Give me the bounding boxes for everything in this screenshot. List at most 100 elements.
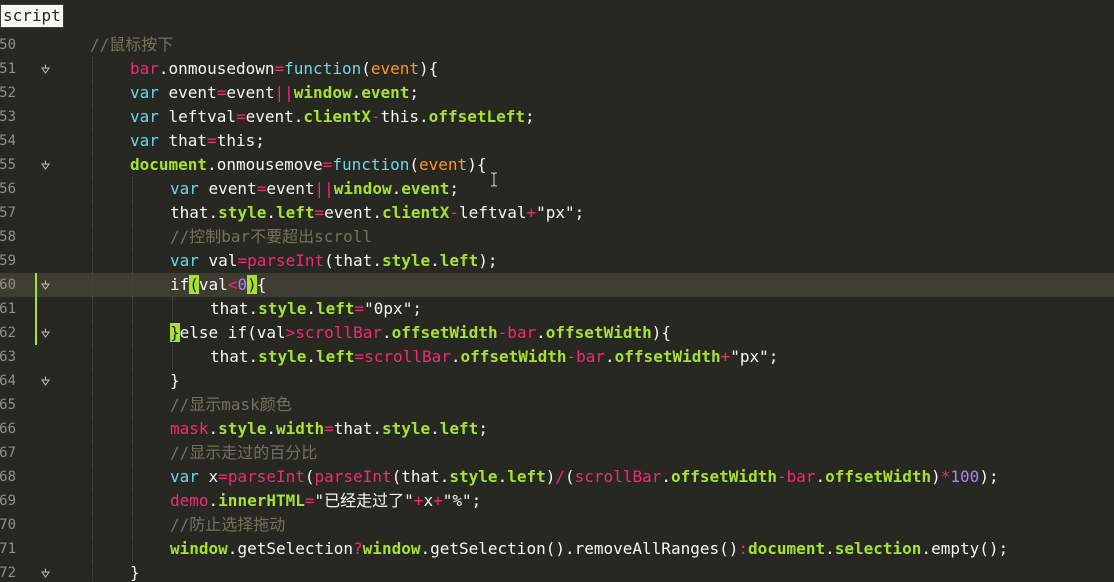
code-line[interactable]: 51 bar.onmousedown=function(event){ bbox=[0, 57, 1114, 81]
modified-line-marker bbox=[35, 273, 37, 297]
code-token: : bbox=[738, 539, 749, 558]
code-line[interactable]: 65 //显示mask颜色 bbox=[0, 393, 1114, 417]
code-text[interactable]: //显示走过的百分比 bbox=[170, 441, 317, 465]
tab-script[interactable]: script bbox=[0, 4, 64, 28]
code-token: } bbox=[170, 371, 180, 390]
code-text[interactable]: var val=parseInt(that.style.left); bbox=[170, 249, 498, 273]
code-token: bar bbox=[130, 59, 159, 78]
code-line[interactable]: 59 var val=parseInt(that.style.left); bbox=[0, 249, 1114, 273]
code-token: . bbox=[208, 203, 219, 222]
code-line[interactable]: 61 that.style.left="0px"; bbox=[0, 297, 1114, 321]
code-token: selection bbox=[834, 539, 922, 558]
line-number: 71 bbox=[0, 537, 20, 561]
code-text[interactable]: } bbox=[170, 369, 180, 393]
code-token: this bbox=[380, 107, 420, 126]
fold-arrow-icon[interactable] bbox=[41, 376, 50, 386]
code-token: bar bbox=[576, 347, 606, 366]
code-token: that bbox=[333, 419, 373, 438]
code-line[interactable]: 68 var x=parseInt(parseInt(that.style.lef… bbox=[0, 465, 1114, 489]
code-line[interactable]: 57 that.style.left=event.clientX-leftval+… bbox=[0, 201, 1114, 225]
code-line[interactable]: 53 var leftval=event.clientX-this.offsetL… bbox=[0, 105, 1114, 129]
indent-guide bbox=[92, 129, 93, 153]
code-token: . bbox=[266, 203, 276, 222]
code-token: leftval bbox=[168, 107, 236, 126]
code-token: = bbox=[274, 59, 285, 78]
code-token: getSelection bbox=[237, 539, 354, 558]
code-token: ) bbox=[931, 467, 941, 486]
code-line[interactable]: 69 demo.innerHTML="已经走过了"+x+"%"; bbox=[0, 489, 1114, 513]
code-line[interactable]: 72} bbox=[0, 561, 1114, 582]
code-line[interactable]: 70 //防止选择拖动 bbox=[0, 513, 1114, 537]
code-text[interactable]: //控制bar不要超出scroll bbox=[170, 225, 372, 249]
code-text[interactable]: } bbox=[130, 561, 140, 582]
code-text[interactable]: document.onmousemove=function(event){ bbox=[130, 153, 486, 177]
code-line[interactable]: 55 document.onmousemove=function(event){ bbox=[0, 153, 1114, 177]
line-number-text: 50 bbox=[0, 37, 16, 53]
code-text[interactable]: bar.onmousedown=function(event){ bbox=[130, 57, 438, 81]
code-text[interactable]: //显示mask颜色 bbox=[170, 393, 292, 417]
fold-arrow-icon[interactable] bbox=[41, 64, 50, 74]
code-line[interactable]: 66 mask.style.width=that.style.left; bbox=[0, 417, 1114, 441]
line-number: 69 bbox=[0, 489, 20, 513]
code-token: offsetLeft bbox=[428, 107, 525, 126]
code-token: < bbox=[227, 275, 238, 294]
code-token: "%" bbox=[442, 491, 472, 510]
code-token: leftval bbox=[459, 203, 527, 222]
code-line[interactable]: 56 var event=event||window.event; bbox=[0, 177, 1114, 201]
code-text[interactable]: var event=event||window.event; bbox=[170, 177, 459, 201]
code-text[interactable]: //鼠标按下 bbox=[90, 33, 173, 57]
code-token: - bbox=[370, 107, 381, 126]
code-line[interactable]: 67 //显示走过的百分比 bbox=[0, 441, 1114, 465]
code-token: . bbox=[450, 347, 461, 366]
code-token: - bbox=[449, 203, 460, 222]
code-line[interactable]: 63 that.style.left=scrollBar.offsetWidth-… bbox=[0, 345, 1114, 369]
code-token: ); bbox=[979, 467, 999, 486]
code-editor[interactable]: script 50 //鼠标按下 51 bar.onmousedown=functio… bbox=[0, 0, 1114, 582]
code-text[interactable]: that.style.left=scrollBar.offsetWidth-ba… bbox=[210, 345, 778, 369]
indent-guide bbox=[132, 417, 133, 441]
code-line[interactable]: 60 if(val<0){ bbox=[0, 273, 1114, 297]
code-token: . bbox=[207, 155, 217, 174]
code-token: . bbox=[391, 179, 402, 198]
code-area[interactable]: 50 //鼠标按下 51 bar.onmousedown=function(event… bbox=[0, 33, 1114, 582]
code-line[interactable]: 58 //控制bar不要超出scroll bbox=[0, 225, 1114, 249]
code-text[interactable]: that.style.left="0px"; bbox=[210, 297, 422, 321]
code-text[interactable]: var leftval=event.clientX-this.offsetLef… bbox=[130, 105, 535, 129]
code-token: "已经走过了" bbox=[314, 491, 414, 510]
code-token: window bbox=[333, 179, 392, 198]
fold-arrow-icon[interactable] bbox=[41, 280, 50, 290]
code-text[interactable]: //防止选择拖动 bbox=[170, 513, 285, 537]
code-text[interactable]: var that=this; bbox=[130, 129, 265, 153]
code-line[interactable]: 54 var that=this; bbox=[0, 129, 1114, 153]
code-token: ( bbox=[565, 467, 575, 486]
code-line[interactable]: 62}else if(val>scrollBar.offsetWidth-bar… bbox=[0, 321, 1114, 345]
line-number-text: 59 bbox=[0, 253, 16, 269]
code-token: //鼠标按下 bbox=[90, 35, 174, 54]
code-line[interactable]: 52 var event=event||window.event; bbox=[0, 81, 1114, 105]
fold-arrow-icon[interactable] bbox=[41, 328, 50, 338]
fold-arrow-icon[interactable] bbox=[41, 160, 50, 170]
code-text[interactable]: var event=event||window.event; bbox=[130, 81, 419, 105]
code-token: } bbox=[130, 563, 140, 582]
code-text[interactable]: window.getSelection?window.getSelection(… bbox=[170, 537, 1008, 561]
line-number: 58 bbox=[0, 225, 20, 249]
code-line[interactable]: 71 window.getSelection?window.getSelectio… bbox=[0, 537, 1114, 561]
fold-arrow-icon[interactable] bbox=[41, 568, 50, 578]
code-token: document bbox=[748, 539, 826, 558]
indent-guide bbox=[132, 513, 133, 537]
code-line[interactable]: 64} bbox=[0, 369, 1114, 393]
code-text[interactable]: that.style.left=event.clientX-leftval+"p… bbox=[170, 201, 584, 225]
code-text[interactable]: if(val<0){ bbox=[170, 273, 266, 297]
code-line[interactable]: 50 //鼠标按下 bbox=[0, 33, 1114, 57]
code-token: . bbox=[208, 491, 219, 510]
code-text[interactable]: mask.style.width=that.style.left; bbox=[170, 417, 488, 441]
code-text[interactable]: var x=parseInt(parseInt(that.style.left)… bbox=[170, 465, 999, 489]
code-token: . bbox=[420, 539, 431, 558]
code-token: { bbox=[476, 155, 487, 174]
line-number-text: 54 bbox=[0, 133, 16, 149]
code-text[interactable]: demo.innerHTML="已经走过了"+x+"%"; bbox=[170, 489, 481, 513]
code-token: . bbox=[825, 539, 835, 558]
code-text[interactable]: }else if(val>scrollBar.offsetWidth-bar.o… bbox=[170, 321, 671, 345]
code-token: ; bbox=[478, 419, 488, 438]
indent-guide bbox=[132, 345, 133, 369]
